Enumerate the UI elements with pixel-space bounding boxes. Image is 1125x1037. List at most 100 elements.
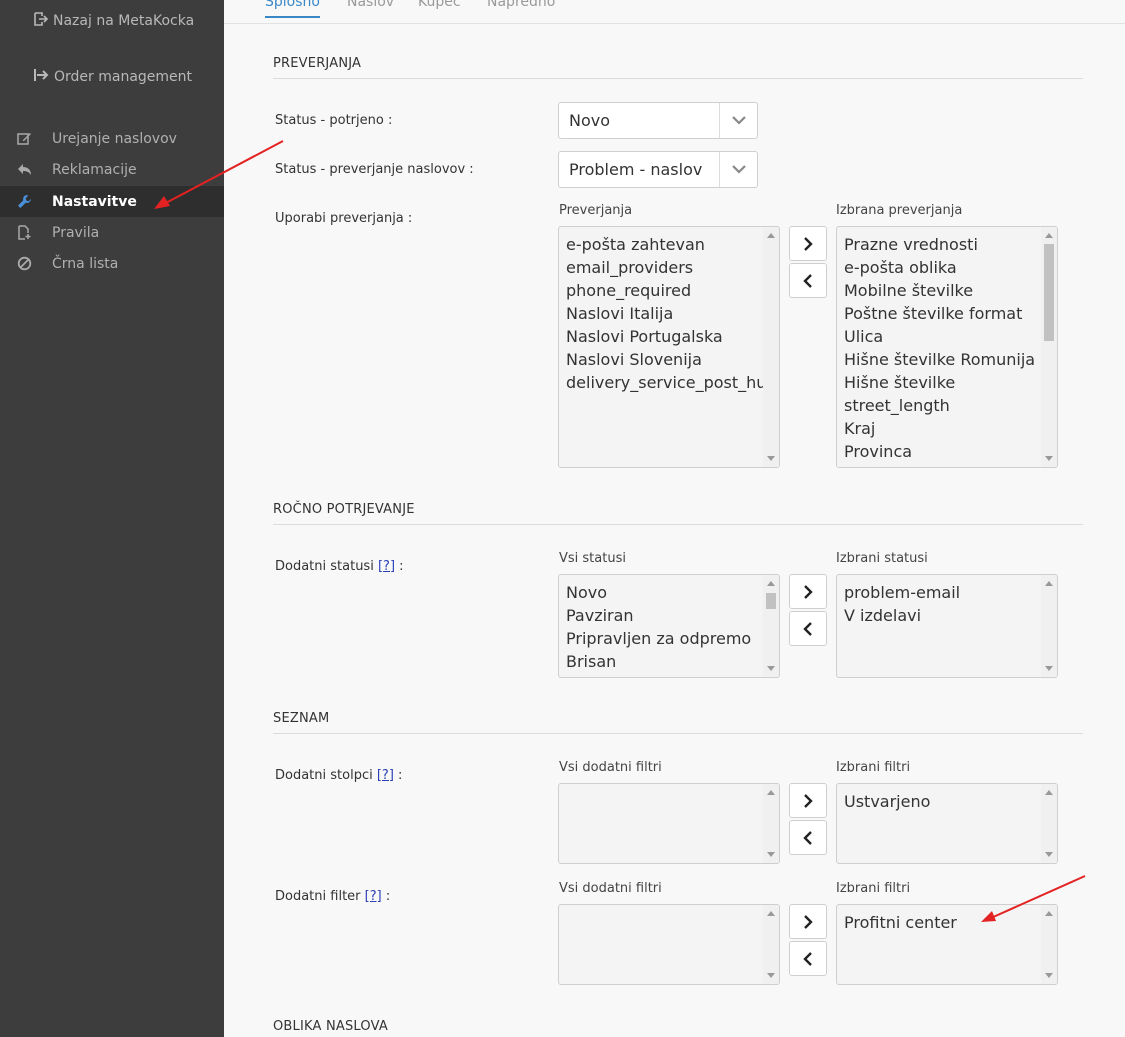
list-item[interactable]: street_length xyxy=(844,394,1057,417)
list-item[interactable]: Brisan xyxy=(566,650,779,673)
list-item[interactable]: Profitni center xyxy=(844,911,1057,934)
izbrani-statusi-column-title: Izbrani statusi xyxy=(836,551,928,566)
tab-splosno[interactable]: Splošno xyxy=(265,0,320,18)
move-right-button[interactable] xyxy=(789,574,827,609)
scrollbar[interactable] xyxy=(763,905,779,984)
move-right-button[interactable] xyxy=(789,904,827,939)
izbrani-statusi-listbox[interactable]: problem-email V izdelavi xyxy=(836,574,1058,678)
scrollbar[interactable] xyxy=(1041,784,1057,863)
tab-kupec[interactable]: Kupec xyxy=(418,0,461,10)
preverjanja-listbox[interactable]: e-pošta zahtevan email_providers phone_req… xyxy=(558,226,780,468)
list-item[interactable]: Hišne številke xyxy=(844,371,1057,394)
chevron-left-icon xyxy=(803,621,812,636)
chevron-left-icon xyxy=(803,951,812,966)
list-item[interactable]: Hišne številke Romunija xyxy=(844,348,1057,371)
move-left-button[interactable] xyxy=(789,941,827,976)
status-potrjeno-value: Novo xyxy=(569,111,611,130)
vsi-dodatni-filtri-column-title: Vsi dodatni filtri xyxy=(559,881,662,896)
list-item[interactable]: e-pošta zahtevan xyxy=(566,233,779,256)
status-potrjeno-select[interactable]: Novo xyxy=(558,102,758,139)
move-left-button[interactable] xyxy=(789,820,827,855)
sidebar-item-pravila[interactable]: Pravila xyxy=(0,217,224,248)
list-item[interactable]: problem-email xyxy=(844,581,1057,604)
back-to-metakocka-link[interactable]: Nazaj na MetaKocka xyxy=(34,12,194,30)
list-item[interactable]: email_providers xyxy=(566,256,779,279)
section-title-seznam: SEZNAM xyxy=(273,711,1083,734)
dodatni-filter-label: Dodatni filter [?] : xyxy=(275,889,391,904)
vsi-dodatni-filtri-listbox[interactable] xyxy=(558,783,780,864)
chevron-right-icon xyxy=(804,236,813,251)
section-title-preverjanja: PREVERJANJA xyxy=(273,56,1083,79)
vsi-statusi-column-title: Vsi statusi xyxy=(559,551,626,566)
vsi-dodatni-filtri-listbox[interactable] xyxy=(558,904,780,985)
scrollbar[interactable] xyxy=(1041,905,1057,984)
list-item[interactable]: delivery_service_post_hu xyxy=(566,371,779,394)
move-right-button[interactable] xyxy=(789,226,827,261)
list-item[interactable]: Provinca xyxy=(844,440,1057,463)
file-add-icon xyxy=(0,225,52,240)
edit-icon xyxy=(0,131,52,146)
chevron-left-icon xyxy=(803,830,812,845)
vsi-dodatni-filtri-column-title: Vsi dodatni filtri xyxy=(559,760,662,775)
section-title-rocno-potrjevanje: ROČNO POTRJEVANJE xyxy=(273,502,1083,525)
scrollbar[interactable] xyxy=(1041,227,1057,467)
help-link[interactable]: [?] xyxy=(378,559,395,574)
list-item[interactable]: Mobilne številke xyxy=(844,279,1057,302)
list-item[interactable]: e-pošta oblika xyxy=(844,256,1057,279)
sidebar-item-crna-lista[interactable]: Črna lista xyxy=(0,248,224,279)
wrench-icon xyxy=(0,194,52,209)
izbrana-preverjanja-listbox[interactable]: Prazne vrednosti e-pošta oblika Mobilne št… xyxy=(836,226,1058,468)
scrollbar[interactable] xyxy=(763,227,779,467)
list-item[interactable]: Poštne številke format xyxy=(844,302,1057,325)
sidebar-item-label: Urejanje naslovov xyxy=(52,130,177,147)
sidebar-item-label: Reklamacije xyxy=(52,161,137,178)
order-management-link[interactable]: Order management xyxy=(34,68,192,86)
sidebar-item-reklamacije[interactable]: Reklamacije xyxy=(0,154,224,185)
ban-icon xyxy=(0,256,52,271)
sign-out-icon xyxy=(34,12,49,30)
chevron-right-icon xyxy=(804,793,813,808)
tab-napredno[interactable]: Napredno xyxy=(487,0,555,10)
sidebar-item-urejanje-naslovov[interactable]: Urejanje naslovov xyxy=(0,123,224,154)
uporabi-preverjanja-label: Uporabi preverjanja : xyxy=(275,211,413,226)
list-item[interactable]: Naslovi Portugalska xyxy=(566,325,779,348)
list-item[interactable]: Novo xyxy=(566,581,779,604)
sidebar-item-nastavitve[interactable]: Nastavitve xyxy=(0,186,224,217)
status-preverjanje-select[interactable]: Problem - naslov xyxy=(558,151,758,188)
sidebar-item-label: Pravila xyxy=(52,224,100,241)
list-item[interactable]: phone_required xyxy=(566,279,779,302)
list-item[interactable]: Naslovi Slovenija xyxy=(566,348,779,371)
tab-bar: Splošno Naslov Kupec Napredno xyxy=(224,0,1125,24)
help-link[interactable]: [?] xyxy=(377,768,394,783)
izbrani-filtri-column-title: Izbrani filtri xyxy=(836,760,911,775)
list-item[interactable]: Naslovi Italija xyxy=(566,302,779,325)
move-right-button[interactable] xyxy=(789,783,827,818)
tab-naslov[interactable]: Naslov xyxy=(347,0,394,10)
list-item[interactable]: Kraj xyxy=(844,417,1057,440)
status-potrjeno-label: Status - potrjeno : xyxy=(275,113,393,128)
reply-icon xyxy=(0,163,52,176)
list-item[interactable]: Pripravljen za odpremo xyxy=(566,627,779,650)
chevron-down-icon xyxy=(719,103,757,138)
list-item[interactable]: Ustvarjeno xyxy=(844,790,1057,813)
status-preverjanje-label: Status - preverjanje naslovov : xyxy=(275,162,474,177)
list-item[interactable]: Pavziran xyxy=(566,604,779,627)
izbrani-filtri-listbox[interactable]: Ustvarjeno xyxy=(836,783,1058,864)
list-item[interactable]: V izdelavi xyxy=(844,604,1057,627)
chevron-right-icon xyxy=(804,914,813,929)
vsi-statusi-listbox[interactable]: Novo Pavziran Pripravljen za odpremo Brisan xyxy=(558,574,780,678)
move-left-button[interactable] xyxy=(789,263,827,298)
sidebar-item-label: Nastavitve xyxy=(52,193,137,210)
section-title-oblika-naslova: OBLIKA NASLOVA xyxy=(273,1019,388,1034)
help-link[interactable]: [?] xyxy=(365,889,382,904)
chevron-down-icon xyxy=(719,152,757,187)
scrollbar[interactable] xyxy=(763,575,779,677)
scrollbar[interactable] xyxy=(1041,575,1057,677)
izbrani-filtri-listbox[interactable]: Profitni center xyxy=(836,904,1058,985)
scrollbar[interactable] xyxy=(763,784,779,863)
list-item[interactable]: Prazne vrednosti xyxy=(844,233,1057,256)
sidebar: Nazaj na MetaKocka Order management Urej… xyxy=(0,0,224,1037)
list-item[interactable]: Ulica xyxy=(844,325,1057,348)
izbrani-filtri-column-title: Izbrani filtri xyxy=(836,881,911,896)
move-left-button[interactable] xyxy=(789,611,827,646)
